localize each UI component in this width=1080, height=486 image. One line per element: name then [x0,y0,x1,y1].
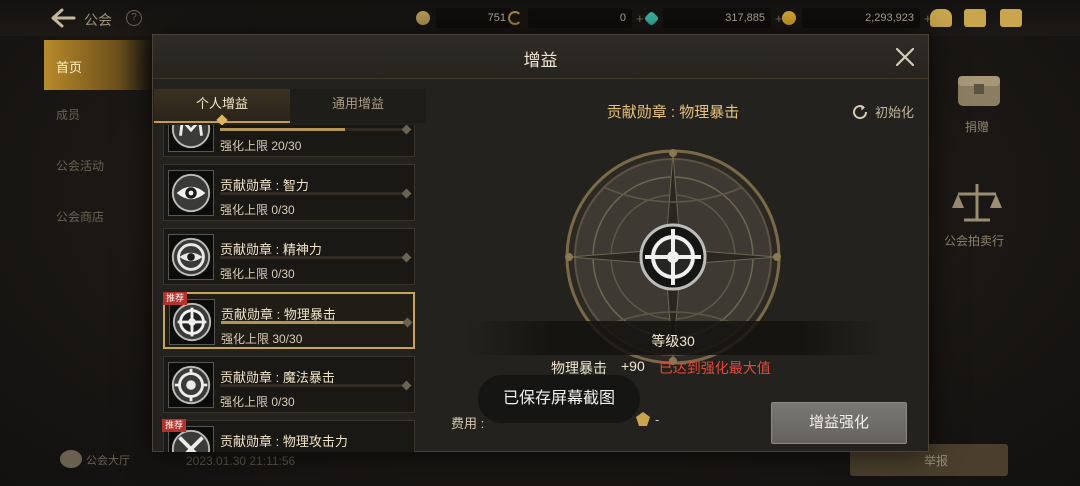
swirl-eye-medal-icon [168,234,214,280]
left-nav: 首页 成员 公会活动 公会商店 [44,36,154,446]
treasure-bag-icon[interactable] [930,9,952,27]
detail-title: 贡献勋章 : 物理暴击 [606,104,740,121]
reset-label: 初始化 [875,105,915,120]
ore-icon [416,11,430,25]
magic-target-medal-icon [168,362,214,408]
upgrade-cap: 强化上限 0/30 [220,267,295,281]
auction-scale-icon[interactable] [950,180,1004,226]
cost-label: 费用 : [451,416,485,431]
back-arrow-icon[interactable] [50,8,76,28]
list-item[interactable]: 贡献勋章 : 魔法暴击 强化上限 0/30 [163,356,415,413]
nav-item-label: 首页 [56,60,83,75]
gem-icon [643,10,660,26]
list-item[interactable]: 推荐 贡献勋章 : 物理攻击力 [162,419,415,452]
list-item-selected[interactable]: 推荐 贡献勋章 : 物理暴击 强化上限 30/30 [163,292,415,349]
buff-list[interactable]: 强化上限 20/30 贡献勋章 : 智力 强化上限 0/30 贡献勋章: 精神… [159,125,421,452]
tab-common-buff[interactable]: 通用增益 [290,89,426,123]
nav-item-members[interactable]: 成员 [56,106,80,123]
mail-icon[interactable] [964,9,986,27]
tab-label: 个人增益 [195,96,248,111]
chat-icon[interactable] [1000,9,1022,27]
donate-label[interactable]: 捐赠 [965,118,989,135]
currency-gold: 2,293,923 + [782,7,932,29]
modal-title: 增益 [523,51,558,70]
stat-value: +90 [621,358,645,374]
moon-icon [508,11,522,25]
crosshair-medal-icon [169,299,215,345]
message-timestamp: 2023.01.30 21:11:56 [186,454,296,468]
modal-header: 增益 [153,35,928,79]
upgrade-cap: 强化上限 0/30 [220,395,295,409]
eye-medal-icon [168,170,214,216]
close-icon[interactable] [892,44,918,70]
guild-title: 公会 [84,12,112,28]
currency-value: 317,885 [663,8,771,28]
progress-bar [220,125,412,135]
gold-coin-icon [782,11,796,25]
tab-personal-buff[interactable]: 个人增益 [154,89,290,126]
progress-bar [220,188,412,199]
guild-hall-label[interactable]: 公会大厅 [86,452,130,468]
reset-button[interactable]: 初始化 [851,102,914,121]
boost-upgrade-button[interactable]: 增益强化 [771,402,907,444]
add-currency-button[interactable]: + [636,11,644,26]
upgrade-cap: 强化上限 30/30 [221,332,303,346]
item-name: 贡献勋章 : 物理攻击力 [220,434,348,449]
currency-value: 751 [436,8,512,28]
donate-chest-icon[interactable] [952,66,1006,112]
level-text: 等级30 [651,333,695,349]
gold-ore-icon [636,412,650,426]
list-item[interactable]: 贡献勋章 : 智力 强化上限 0/30 [163,164,415,221]
recommended-badge: 推荐 [162,419,187,432]
cost-value: - [655,412,660,427]
tab-active-marker [216,114,228,126]
max-level-notice: 已达到强化最大值 [658,360,771,376]
top-bar: 公会 ? 751 0 + 317,885 + 2,293,923 + [0,0,1080,36]
nav-item-guild-shop[interactable]: 公会商店 [56,208,104,225]
upgrade-cap: 强化上限 0/30 [220,203,295,217]
progress-bar [220,380,412,391]
list-item[interactable]: 强化上限 20/30 [163,125,415,157]
currency-gem: 317,885 + [643,7,783,29]
auction-label[interactable]: 公会拍卖行 [944,232,1004,249]
refresh-icon [853,104,868,119]
nav-item-guild-events[interactable]: 公会活动 [56,157,104,174]
upgrade-cap: 强化上限 20/30 [220,139,302,153]
progress-bar [220,252,412,263]
list-item[interactable]: 贡献勋章 : 精神力 强化上限 0/30 [163,228,415,285]
letter-m-medal-icon [168,125,214,152]
report-label: 举报 [924,454,949,468]
currency-value: 2,293,923 [802,8,920,28]
help-icon[interactable]: ? [126,10,142,26]
guild-hall-icon[interactable] [60,450,82,468]
screenshot-saved-toast: 已保存屏幕截图 [478,375,640,423]
tab-label: 通用增益 [331,96,384,111]
currency-moon: 0 + [508,7,644,29]
nav-item-home[interactable]: 首页 [44,40,152,90]
recommended-badge: 推荐 [163,292,188,305]
currency-ore: 751 [416,7,512,29]
currency-value: 0 [528,8,632,28]
progress-bar [221,317,413,328]
